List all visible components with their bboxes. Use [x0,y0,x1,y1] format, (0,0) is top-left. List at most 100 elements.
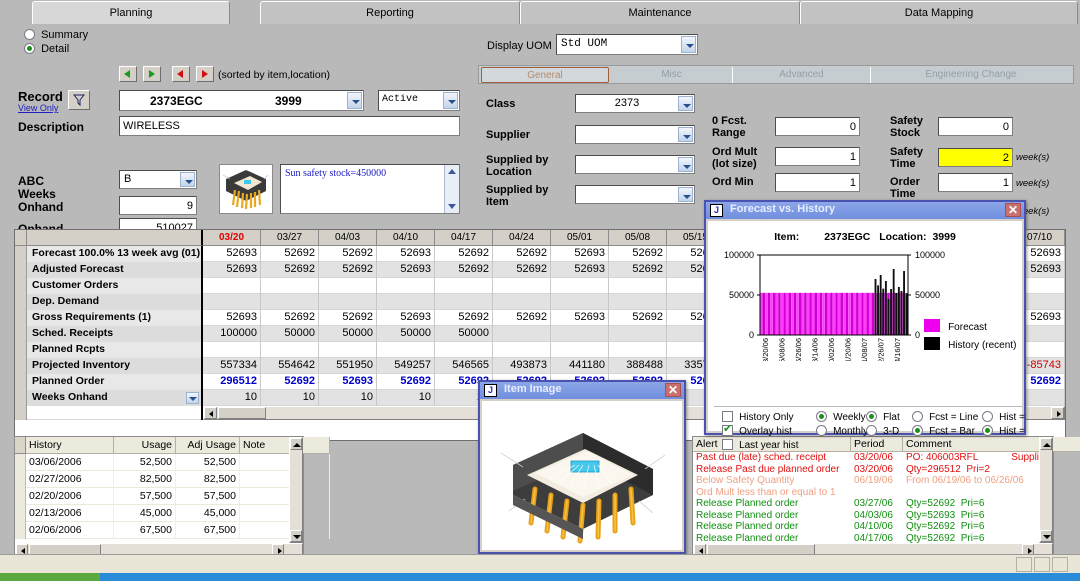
grid-cell[interactable]: 52692 [435,262,493,278]
history-cell[interactable]: 67,500 [176,522,240,539]
grid-cell[interactable]: 52692 [609,310,667,326]
nav-prev-button[interactable] [172,66,191,82]
history-cell[interactable]: 57,500 [176,488,240,505]
grid-cell[interactable]: 557334 [203,358,261,374]
row-marker[interactable] [15,390,27,406]
grid-cell[interactable] [551,342,609,358]
grid-period-header[interactable]: 03/20 [203,230,261,246]
table-row[interactable]: 02/06/2006 67,500 67,500 [15,522,330,539]
table-row[interactable]: 03/06/2006 52,500 52,500 [15,454,330,471]
option-last-year-hist[interactable]: Last year hist [722,439,799,451]
record-item-combo[interactable]: 2373EGC 3999 [119,90,364,111]
row-marker[interactable] [15,522,26,539]
history-cell[interactable]: 45,000 [114,505,176,522]
grid-period-header[interactable]: 05/01 [551,230,609,246]
grid-cell[interactable]: 50000 [319,326,377,342]
taskbar-start-region[interactable] [0,573,100,581]
history-cell[interactable] [240,522,330,539]
chevron-down-icon[interactable] [678,127,693,142]
option-fcst-bar[interactable]: Fcst = Bar [912,425,975,437]
scroll-right-icon[interactable] [1051,407,1064,419]
alert-cell[interactable]: PO: 406003RFL Supplier: Qty: 50000 [903,452,1080,464]
grid-cell[interactable]: 52692 [609,262,667,278]
grid-cell[interactable]: 52693 [203,246,261,262]
grid-period-header[interactable]: 03/27 [261,230,319,246]
option-hist-bar[interactable]: Hist = [982,425,1025,437]
alert-cell[interactable]: 06/19/06 [851,475,903,487]
scroll-up-icon[interactable] [448,169,456,174]
row-marker[interactable] [15,342,27,358]
table-row[interactable]: 02/13/2006 45,000 45,000 [15,505,330,522]
alert-cell[interactable] [903,487,1080,499]
chevron-down-icon[interactable] [347,92,362,109]
scroll-down-icon[interactable] [1040,530,1052,542]
grid-cell[interactable]: 10 [377,390,435,406]
grid-cell[interactable]: 52692 [261,246,319,262]
table-row[interactable]: 02/20/2006 57,500 57,500 [15,488,330,505]
grid-cell[interactable] [377,278,435,294]
close-icon[interactable]: ✕ [665,383,681,397]
scroll-left-icon[interactable] [204,407,217,419]
alert-cell[interactable]: 04/03/06 [851,510,903,522]
grid-cell[interactable]: 50000 [435,326,493,342]
grid-cell[interactable] [551,326,609,342]
grid-cell[interactable]: 52692 [261,262,319,278]
class-combo[interactable]: 2373 [575,94,695,113]
radio-summary[interactable]: Summary [24,29,88,41]
grid-cell[interactable]: 52692 [319,310,377,326]
alert-vscrollbar[interactable] [1039,437,1053,543]
alert-cell[interactable]: Release Planned order [693,498,851,510]
history-cell[interactable]: 02/13/2006 [26,505,114,522]
grid-cell[interactable]: 52693 [551,262,609,278]
note-scrollbar[interactable] [444,165,459,213]
tab-maintenance[interactable]: Maintenance [520,1,800,25]
history-cell[interactable]: 03/06/2006 [26,454,114,471]
table-row[interactable]: Release Planned order 03/27/06 Qty=52692 P… [693,498,1053,510]
grid-period-header[interactable]: 04/10 [377,230,435,246]
row-marker[interactable] [15,278,27,294]
alert-cell[interactable]: Past due (late) sched. receipt [693,452,851,464]
safety-time-input[interactable] [938,148,1013,167]
option-monthly[interactable]: Monthly [816,425,868,437]
nav-first-button[interactable] [119,66,137,82]
history-column-header[interactable]: Adj Usage [176,437,240,454]
item-thumbnail[interactable] [219,164,273,214]
history-cell[interactable] [240,454,330,471]
grid-cell[interactable] [609,294,667,310]
grid-cell[interactable]: 493873 [493,358,551,374]
row-marker[interactable] [15,471,26,488]
alert-cell[interactable]: Qty=52693 Pri=6 [903,510,1080,522]
row-marker[interactable] [15,505,26,522]
history-cell[interactable]: 45,000 [176,505,240,522]
grid-cell[interactable] [493,326,551,342]
grid-cell[interactable] [609,326,667,342]
row-marker[interactable] [15,488,26,505]
record-status-combo[interactable]: Active [378,90,460,111]
grid-cell[interactable] [551,294,609,310]
grid-cell[interactable]: 296512 [203,374,261,390]
history-cell[interactable]: 52,500 [176,454,240,471]
alert-cell[interactable]: 03/27/06 [851,498,903,510]
option-fcst-line[interactable]: Fcst = Line [912,411,978,423]
alert-cell[interactable]: 03/20/06 [851,452,903,464]
alert-cell[interactable]: Qty=296512 Pri=2 [903,464,1080,476]
grid-cell[interactable]: 549257 [377,358,435,374]
alert-table[interactable]: Alert Period Comment Past due (late) sched.… [692,436,1080,558]
history-column-header[interactable]: Usage [114,437,176,454]
grid-cell[interactable]: 52693 [551,246,609,262]
radio-detail[interactable]: Detail [24,43,69,55]
grid-cell[interactable] [203,278,261,294]
grid-cell[interactable] [493,294,551,310]
scroll-down-icon[interactable] [448,204,456,209]
grid-cell[interactable] [435,278,493,294]
grid-cell[interactable]: 52693 [319,374,377,390]
grid-cell[interactable] [319,294,377,310]
grid-cell[interactable] [319,342,377,358]
safety-stock-input[interactable] [938,117,1013,136]
chevron-down-icon[interactable] [681,36,696,53]
history-cell[interactable]: 02/27/2006 [26,471,114,488]
grid-period-header[interactable]: 05/08 [609,230,667,246]
history-cell[interactable] [240,488,330,505]
subtab-engineering-change[interactable]: Engineering Change [871,67,1071,83]
grid-cell[interactable] [319,278,377,294]
